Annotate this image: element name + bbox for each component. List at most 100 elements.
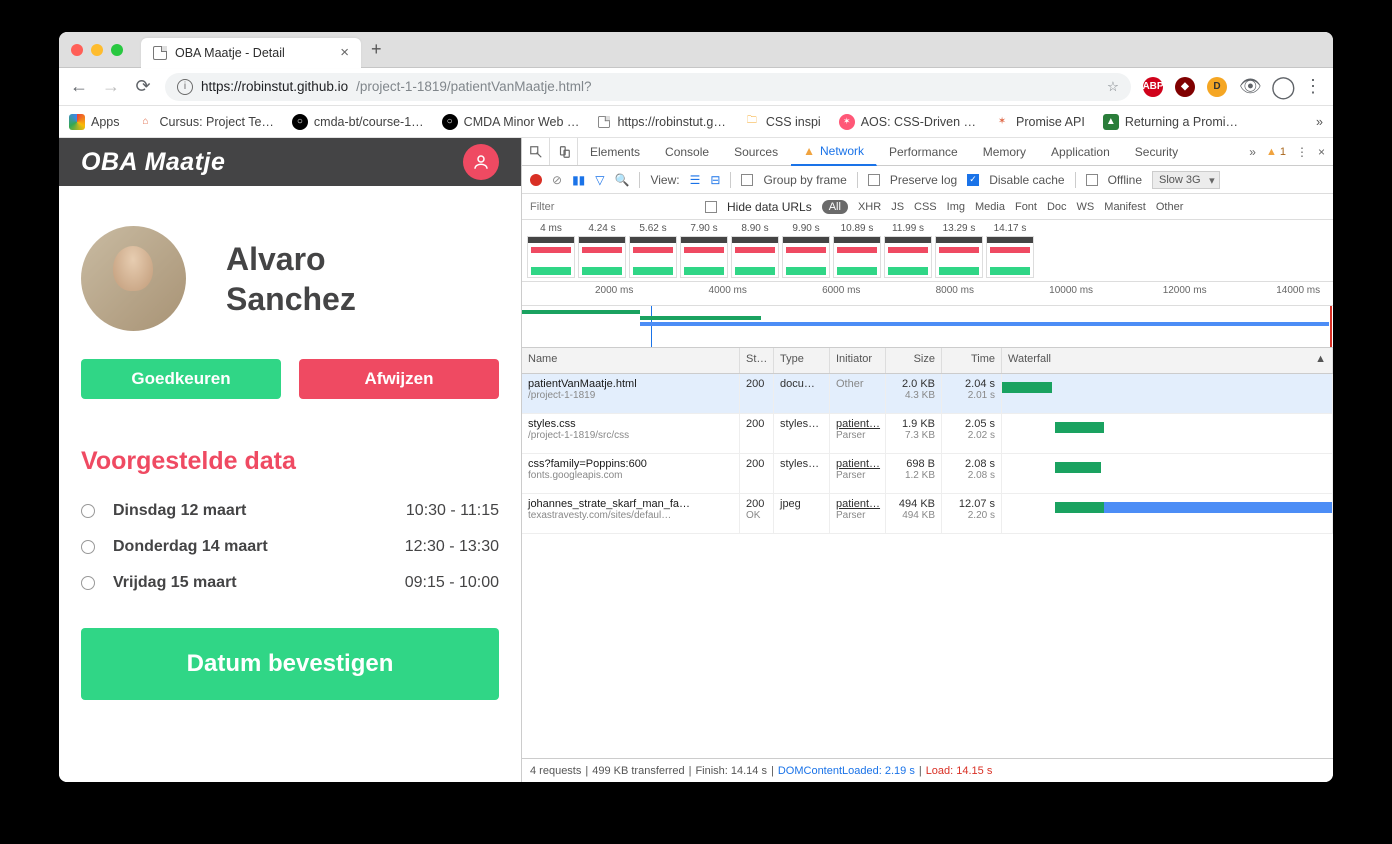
search-icon[interactable]: 🔍 bbox=[615, 173, 630, 187]
preserve-log-checkbox[interactable] bbox=[868, 174, 880, 186]
date-option[interactable]: Vrijdag 15 maart09:15 - 10:00 bbox=[81, 574, 499, 592]
filter-type[interactable]: XHR bbox=[858, 201, 881, 213]
radio-icon[interactable] bbox=[81, 540, 95, 554]
col-size[interactable]: Size bbox=[886, 348, 942, 373]
radio-icon[interactable] bbox=[81, 576, 95, 590]
filmstrip-frame[interactable]: 5.62 s bbox=[629, 223, 677, 278]
forward-icon[interactable]: → bbox=[101, 76, 121, 97]
warning-badge[interactable]: ▲1 bbox=[1266, 146, 1286, 158]
radio-icon[interactable] bbox=[81, 504, 95, 518]
bookmark-apps[interactable]: Apps bbox=[69, 114, 120, 130]
timeline-overview[interactable] bbox=[522, 306, 1333, 348]
bookmarks-overflow-icon[interactable]: » bbox=[1316, 115, 1323, 129]
col-status[interactable]: St… bbox=[740, 348, 774, 373]
extension-icon[interactable]: D bbox=[1207, 77, 1227, 97]
tab-application[interactable]: Application bbox=[1039, 138, 1123, 165]
reload-icon[interactable]: ⟳ bbox=[133, 76, 153, 97]
tabs-overflow-icon[interactable]: » bbox=[1249, 145, 1256, 159]
bookmark-star-icon[interactable]: ☆ bbox=[1107, 79, 1119, 95]
bookmark-item[interactable]: ⌂Cursus: Project Te… bbox=[138, 114, 274, 130]
record-icon[interactable] bbox=[530, 174, 542, 186]
col-time[interactable]: Time bbox=[942, 348, 1002, 373]
table-row[interactable]: johannes_strate_skarf_man_fa…texastraves… bbox=[522, 494, 1333, 534]
bookmark-item[interactable]: ▲Returning a Promi… bbox=[1103, 114, 1238, 130]
filmstrip-frame[interactable]: 14.17 s bbox=[986, 223, 1034, 278]
close-tab-icon[interactable]: × bbox=[340, 44, 349, 61]
filter-type[interactable]: Manifest bbox=[1104, 201, 1146, 213]
bookmark-item[interactable]: 🗀CSS inspi bbox=[744, 114, 821, 130]
minimize-window-icon[interactable] bbox=[91, 44, 103, 56]
zoom-window-icon[interactable] bbox=[111, 44, 123, 56]
device-toggle-icon[interactable] bbox=[550, 138, 578, 165]
tab-sources[interactable]: Sources bbox=[722, 138, 791, 165]
filmstrip-frame[interactable]: 13.29 s bbox=[935, 223, 983, 278]
bookmark-item[interactable]: ○cmda-bt/course-1… bbox=[292, 114, 424, 130]
new-tab-icon[interactable]: + bbox=[371, 39, 382, 60]
col-waterfall[interactable]: Waterfall▲ bbox=[1002, 348, 1333, 373]
table-row[interactable]: css?family=Poppins:600fonts.googleapis.c… bbox=[522, 454, 1333, 494]
filmstrip-frame[interactable]: 9.90 s bbox=[782, 223, 830, 278]
filmstrip-frame[interactable]: 11.99 s bbox=[884, 223, 932, 278]
filter-icon[interactable]: ▽ bbox=[595, 173, 604, 187]
timeline-ruler[interactable]: 2000 ms 4000 ms 6000 ms 8000 ms 10000 ms… bbox=[522, 282, 1333, 306]
tab-security[interactable]: Security bbox=[1123, 138, 1191, 165]
devtools-menu-icon[interactable]: ⋮ bbox=[1296, 145, 1308, 159]
filmstrip-frame[interactable]: 7.90 s bbox=[680, 223, 728, 278]
filter-type[interactable]: Img bbox=[947, 201, 965, 213]
table-row[interactable]: styles.css/project-1-1819/src/css 200 st… bbox=[522, 414, 1333, 454]
tab-performance[interactable]: Performance bbox=[877, 138, 971, 165]
tab-memory[interactable]: Memory bbox=[971, 138, 1039, 165]
tab-elements[interactable]: Elements bbox=[578, 138, 653, 165]
filter-type[interactable]: WS bbox=[1077, 201, 1095, 213]
filter-type[interactable]: Other bbox=[1156, 201, 1184, 213]
approve-button[interactable]: Goedkeuren bbox=[81, 359, 281, 399]
date-option[interactable]: Dinsdag 12 maart10:30 - 11:15 bbox=[81, 502, 499, 520]
disable-cache-checkbox[interactable] bbox=[967, 174, 979, 186]
overview-icon[interactable]: ⊟ bbox=[710, 173, 720, 187]
reject-button[interactable]: Afwijzen bbox=[299, 359, 499, 399]
filter-type[interactable]: JS bbox=[891, 201, 904, 213]
bookmark-item[interactable]: ✶Promise API bbox=[994, 114, 1085, 130]
date-option[interactable]: Donderdag 14 maart12:30 - 13:30 bbox=[81, 538, 499, 556]
filter-type[interactable]: Font bbox=[1015, 201, 1037, 213]
col-initiator[interactable]: Initiator bbox=[830, 348, 886, 373]
group-frame-checkbox[interactable] bbox=[741, 174, 753, 186]
camera-icon[interactable]: ▮▮ bbox=[572, 173, 585, 187]
hide-urls-checkbox[interactable] bbox=[705, 201, 717, 213]
extension-icon[interactable]: 👁 bbox=[1239, 76, 1259, 97]
network-table-body[interactable]: patientVanMaatje.html/project-1-1819 200… bbox=[522, 374, 1333, 758]
confirm-date-button[interactable]: Datum bevestigen bbox=[81, 628, 499, 700]
clear-icon[interactable]: ⊘ bbox=[552, 173, 562, 187]
filmstrip-frame[interactable]: 8.90 s bbox=[731, 223, 779, 278]
filter-input[interactable] bbox=[530, 201, 695, 213]
filmstrip-frame[interactable]: 10.89 s bbox=[833, 223, 881, 278]
throttling-select[interactable]: Slow 3G bbox=[1152, 171, 1220, 189]
col-name[interactable]: Name bbox=[522, 348, 740, 373]
menu-icon[interactable]: ⋮ bbox=[1303, 76, 1323, 97]
inspect-icon[interactable] bbox=[522, 138, 550, 165]
devtools-close-icon[interactable]: × bbox=[1318, 145, 1325, 159]
user-menu-icon[interactable] bbox=[463, 144, 499, 180]
tab-console[interactable]: Console bbox=[653, 138, 722, 165]
browser-tab[interactable]: OBA Maatje - Detail × bbox=[141, 38, 361, 68]
back-icon[interactable]: ← bbox=[69, 76, 89, 97]
bookmark-item[interactable]: ✶AOS: CSS-Driven … bbox=[839, 114, 976, 130]
omnibox[interactable]: i https://robinstut.github.io/project-1-… bbox=[165, 73, 1131, 101]
filter-type[interactable]: Media bbox=[975, 201, 1005, 213]
extension-icon[interactable]: ABP bbox=[1143, 77, 1163, 97]
table-row[interactable]: patientVanMaatje.html/project-1-1819 200… bbox=[522, 374, 1333, 414]
filmstrip-frame[interactable]: 4 ms bbox=[527, 223, 575, 278]
offline-checkbox[interactable] bbox=[1086, 174, 1098, 186]
bookmark-item[interactable]: https://robinstut.g… bbox=[597, 115, 725, 129]
close-window-icon[interactable] bbox=[71, 44, 83, 56]
profile-icon[interactable]: ◯ bbox=[1271, 74, 1291, 100]
filter-type-all[interactable]: All bbox=[822, 200, 848, 214]
large-rows-icon[interactable]: ☰ bbox=[690, 173, 701, 187]
filter-type[interactable]: Doc bbox=[1047, 201, 1067, 213]
tab-network[interactable]: ▲Network bbox=[791, 138, 877, 166]
filter-type[interactable]: CSS bbox=[914, 201, 937, 213]
site-info-icon[interactable]: i bbox=[177, 79, 193, 95]
col-type[interactable]: Type bbox=[774, 348, 830, 373]
bookmark-item[interactable]: ○CMDA Minor Web … bbox=[442, 114, 580, 130]
extension-icon[interactable]: ◆ bbox=[1175, 77, 1195, 97]
